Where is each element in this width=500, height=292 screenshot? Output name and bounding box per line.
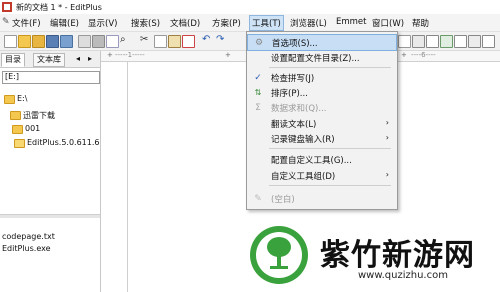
- save-all-icon[interactable]: [60, 35, 73, 48]
- chevron-right-icon[interactable]: ▸: [88, 54, 92, 63]
- open-remote-icon[interactable]: [32, 35, 45, 48]
- menu-item-tool-groups[interactable]: 自定义工具组(D) ›: [247, 168, 397, 183]
- open-folder-icon[interactable]: [18, 35, 31, 48]
- directory-panel: [0, 51, 101, 292]
- menu-item-label: 排序(P)...: [271, 89, 308, 99]
- word-wrap-icon[interactable]: [398, 35, 411, 48]
- paste-icon[interactable]: [168, 35, 181, 48]
- folder-icon: [10, 111, 21, 120]
- menu-item-label: 配置自定义工具(G)...: [271, 156, 352, 166]
- menu-item-label: (空白): [271, 195, 295, 205]
- ruler-toggle-icon[interactable]: [412, 35, 425, 48]
- find-icon[interactable]: ⌕: [120, 34, 126, 45]
- bamboo-tree-icon: [267, 237, 291, 269]
- menu-emmet[interactable]: Emmet: [336, 17, 367, 27]
- menu-item-read-text[interactable]: 翻读文本(L) ›: [247, 116, 397, 131]
- pencil-icon: ✎: [2, 17, 10, 27]
- watermark-site-url: www.quzizhu.com: [358, 270, 448, 281]
- ruler-mark: +: [225, 51, 231, 59]
- spellcheck-icon: ✓: [254, 73, 262, 83]
- panel-tabs: 目录 文本库 ◂ ▸: [0, 51, 100, 68]
- ruler-mark: ----6----: [411, 51, 436, 59]
- tab-directory[interactable]: 目录: [1, 53, 25, 67]
- window-title: 新的文档 1 * - EditPlus: [16, 3, 102, 12]
- menu-item-label: 翻读文本(L): [271, 120, 317, 130]
- tree-item-label: 迅雷下载: [23, 111, 55, 120]
- delete-icon[interactable]: [182, 35, 195, 48]
- tree-item-label: EditPlus.5.0.611.6: [27, 138, 100, 147]
- tree-item-label: 001: [25, 124, 41, 133]
- chevron-right-icon: ›: [385, 170, 389, 179]
- settings-icon: ⚙: [254, 38, 264, 48]
- menu-item-config-dir[interactable]: 设置配置文件目录(Z)...: [247, 50, 397, 65]
- menu-edit[interactable]: 编辑(E): [50, 17, 79, 29]
- menu-item-label: 检查拼写(J): [271, 74, 315, 84]
- file-list-item[interactable]: EditPlus.exe: [2, 244, 51, 253]
- menu-item-sort[interactable]: ⇅ 排序(P)...: [247, 85, 397, 100]
- chevron-right-icon: ›: [385, 133, 389, 142]
- spellcheck-toolbar-icon[interactable]: [106, 35, 119, 48]
- menu-search[interactable]: 搜索(S): [131, 17, 160, 29]
- menu-tools[interactable]: 工具(T): [249, 15, 284, 31]
- drive-select[interactable]: [E:]: [2, 71, 100, 84]
- editplus-app-icon: [2, 2, 12, 12]
- menu-project[interactable]: 方案(P): [212, 17, 241, 29]
- print-preview-icon[interactable]: [78, 35, 91, 48]
- title-bar: 新的文档 1 * - EditPlus: [0, 0, 500, 15]
- menu-item-preferences[interactable]: ⚙ 首选项(S)...: [247, 34, 397, 51]
- menu-browser[interactable]: 浏览器(L): [290, 17, 327, 29]
- cut-icon[interactable]: ✂: [140, 34, 148, 45]
- menu-bar: ✎ 文件(F) 编辑(E) 显示(V) 搜索(S) 文档(D) 方案(P) 工具…: [0, 14, 500, 32]
- copy-icon[interactable]: [154, 35, 167, 48]
- menu-separator: [269, 148, 391, 149]
- save-icon[interactable]: [46, 35, 59, 48]
- tree-item-label: E:\: [17, 94, 28, 103]
- sum-icon: Σ: [255, 103, 261, 113]
- redo-icon[interactable]: ↷: [216, 34, 224, 45]
- column-select-icon[interactable]: [440, 35, 453, 48]
- fullscreen-icon[interactable]: [468, 35, 481, 48]
- menu-item-label: 记录键盘输入(R): [271, 135, 335, 145]
- ruler-mark: +: [401, 51, 407, 59]
- menu-view[interactable]: 显示(V): [88, 17, 117, 29]
- menu-item-label: 设置配置文件目录(Z)...: [271, 54, 360, 64]
- folder-icon: [4, 95, 15, 104]
- tab-cliptext[interactable]: 文本库: [33, 53, 65, 67]
- menu-separator: [269, 185, 391, 186]
- open-folder-icon: [14, 139, 25, 148]
- undo-icon[interactable]: ↶: [202, 34, 210, 45]
- tool-icon: ✎: [254, 194, 262, 204]
- panel-splitter[interactable]: [0, 214, 100, 218]
- ruler-mark: +: [107, 51, 113, 59]
- file-list-item[interactable]: codepage.txt: [2, 232, 55, 241]
- menu-item-record-keys[interactable]: 记录键盘输入(R) ›: [247, 131, 397, 146]
- menu-item-label: 数据求和(Q)...: [271, 104, 327, 114]
- watermark-site-name: 紫竹新游网: [320, 238, 475, 273]
- menu-separator: [269, 67, 391, 68]
- menu-file[interactable]: 文件(F): [12, 17, 41, 29]
- menu-item-label: 自定义工具组(D): [271, 172, 336, 182]
- browser-preview-icon[interactable]: [482, 35, 495, 48]
- chevron-right-icon: ›: [385, 118, 389, 127]
- menu-item-empty-tool[interactable]: ✎ (空白): [247, 191, 397, 206]
- sort-icon: ⇅: [254, 88, 262, 97]
- ruler-mark: -----1-----: [115, 51, 145, 59]
- menu-document[interactable]: 文档(D): [170, 17, 200, 29]
- menu-item-spellcheck[interactable]: ✓ 检查拼写(J): [247, 70, 397, 85]
- line-number-gutter: [101, 62, 128, 292]
- folder-icon: [12, 125, 23, 134]
- menu-item-label: 首选项(S)...: [272, 39, 318, 49]
- line-number-icon[interactable]: [426, 35, 439, 48]
- menu-window[interactable]: 窗口(W): [372, 17, 404, 29]
- html-toolbar-icon[interactable]: [454, 35, 467, 48]
- tools-menu-dropdown: ⚙ 首选项(S)... 设置配置文件目录(Z)... ✓ 检查拼写(J) ⇅ 排…: [246, 31, 398, 210]
- menu-item-sum[interactable]: Σ 数据求和(Q)...: [247, 100, 397, 115]
- menu-help[interactable]: 帮助: [412, 17, 429, 29]
- print-icon[interactable]: [92, 35, 105, 48]
- menu-item-config-tools[interactable]: 配置自定义工具(G)...: [247, 152, 397, 167]
- chevron-left-icon[interactable]: ◂: [76, 54, 80, 63]
- new-file-icon[interactable]: [4, 35, 17, 48]
